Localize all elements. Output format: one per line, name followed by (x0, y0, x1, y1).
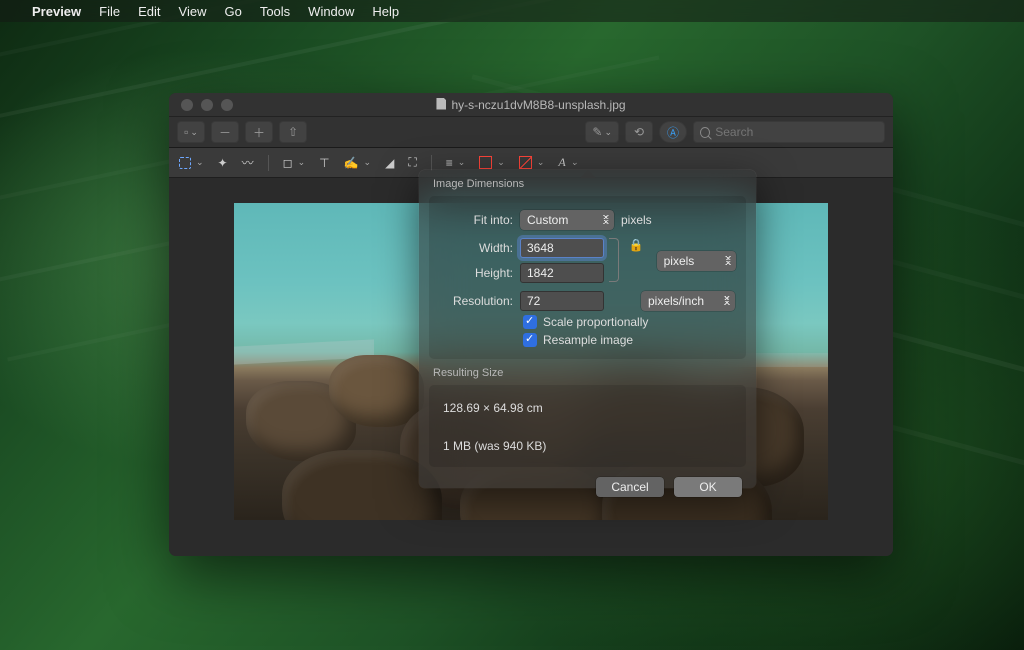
cancel-button[interactable]: Cancel (596, 477, 664, 497)
line-style-tool[interactable]: ≡⌄ (446, 156, 466, 170)
rotate-button[interactable]: ⟲ (625, 121, 653, 143)
text-tool[interactable]: ⊤ (319, 156, 329, 170)
zoom-out-button[interactable]: － (211, 121, 239, 143)
search-icon (700, 127, 710, 138)
image-dimensions-group: Fit into: Custom pixels Width: Height: 🔒… (429, 196, 746, 359)
window-titlebar[interactable]: hy-s-nczu1dvM8B8-unsplash.jpg (169, 93, 893, 117)
adjust-size-popover: Image Dimensions Fit into: Custom pixels… (419, 170, 756, 488)
window-minimize-button[interactable] (201, 99, 213, 111)
resulting-filesize: 1 MB (was 940 KB) (439, 433, 736, 455)
font-tool[interactable]: A⌄ (558, 155, 578, 170)
window-close-button[interactable] (181, 99, 193, 111)
app-menu[interactable]: Preview (32, 4, 81, 19)
width-field[interactable] (520, 238, 604, 258)
resample-image-label: Resample image (543, 333, 633, 347)
sign-tool[interactable]: ✍⌄ (344, 156, 372, 170)
share-button[interactable]: ⇧ (279, 121, 307, 143)
separator (431, 155, 432, 171)
resulting-dimensions: 128.69 × 64.98 cm (439, 395, 736, 417)
file-icon (436, 98, 446, 110)
menu-help[interactable]: Help (372, 4, 399, 19)
menu-file[interactable]: File (99, 4, 120, 19)
resample-image-checkbox[interactable] (523, 333, 537, 347)
macos-menubar: Preview File Edit View Go Tools Window H… (0, 0, 1024, 22)
sketch-tool[interactable]: 〰 (242, 154, 254, 171)
adjust-color-tool[interactable]: ◢ (385, 156, 394, 170)
window-filename: hy-s-nczu1dvM8B8-unsplash.jpg (451, 98, 625, 112)
menu-window[interactable]: Window (308, 4, 354, 19)
resolution-label: Resolution: (439, 294, 513, 308)
separator (268, 155, 269, 171)
height-field[interactable] (520, 263, 604, 283)
adjust-size-tool[interactable]: ⛶ (408, 155, 416, 170)
dimension-unit-select[interactable]: pixels (657, 251, 736, 271)
shapes-tool[interactable]: ◻⌄ (283, 156, 306, 170)
search-input[interactable] (715, 125, 878, 139)
image-dimensions-heading: Image Dimensions (419, 170, 756, 196)
window-zoom-button[interactable] (221, 99, 233, 111)
zoom-in-button[interactable]: ＋ (245, 121, 273, 143)
fit-into-label: Fit into: (439, 213, 513, 227)
ok-button[interactable]: OK (674, 477, 742, 497)
menu-go[interactable]: Go (224, 4, 241, 19)
markup-toggle-button[interactable]: Ⓐ (659, 121, 687, 143)
resolution-unit-select[interactable]: pixels/inch (641, 291, 735, 311)
scale-proportionally-checkbox[interactable] (523, 315, 537, 329)
scale-proportionally-label: Scale proportionally (543, 315, 648, 329)
resulting-size-group: 128.69 × 64.98 cm 1 MB (was 940 KB) (429, 385, 746, 467)
menu-view[interactable]: View (179, 4, 207, 19)
window-toolbar: ▫⌄ － ＋ ⇧ ✎⌄ ⟲ Ⓐ (169, 117, 893, 148)
instant-alpha-tool[interactable]: ✦ (218, 156, 228, 170)
resulting-size-heading: Resulting Size (419, 359, 756, 385)
menu-edit[interactable]: Edit (138, 4, 160, 19)
fill-color-tool[interactable]: ⌄ (519, 156, 545, 169)
sidebar-toggle-button[interactable]: ▫⌄ (177, 121, 205, 143)
link-bracket-icon (609, 238, 619, 282)
height-label: Height: (439, 266, 513, 280)
fit-into-select[interactable]: Custom (520, 210, 614, 230)
search-field[interactable] (693, 121, 885, 143)
width-label: Width: (439, 241, 513, 255)
border-color-tool[interactable]: ⌄ (479, 156, 505, 169)
window-title: hy-s-nczu1dvM8B8-unsplash.jpg (169, 98, 893, 112)
markup-pencil-button[interactable]: ✎⌄ (585, 121, 619, 143)
lock-icon[interactable]: 🔒 (629, 238, 644, 252)
fit-into-unit: pixels (621, 213, 652, 227)
menu-tools[interactable]: Tools (260, 4, 290, 19)
resolution-field[interactable] (520, 291, 604, 311)
selection-tool[interactable]: ⌄ (179, 157, 204, 169)
